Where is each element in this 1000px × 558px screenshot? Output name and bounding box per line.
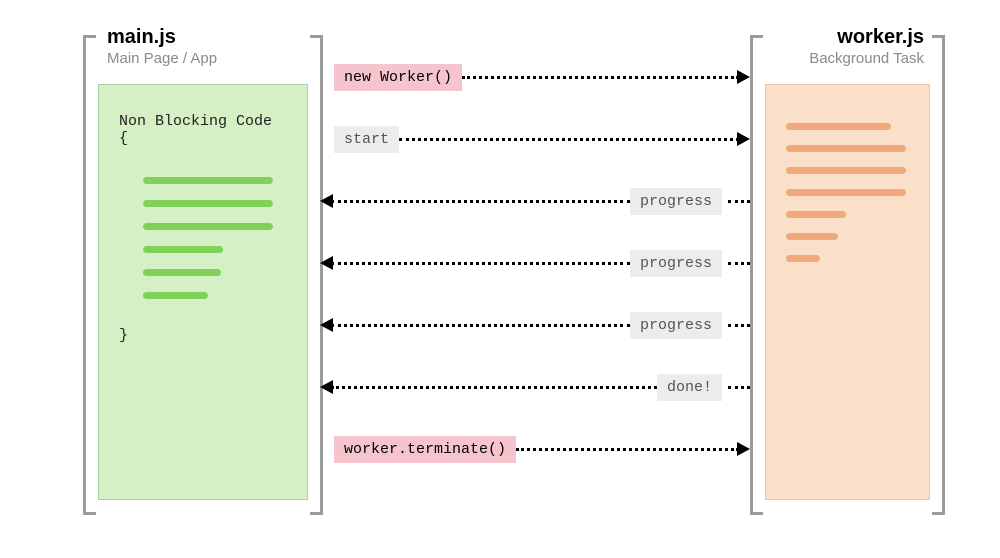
code-line	[786, 233, 838, 240]
worker-subtitle: Background Task	[805, 50, 928, 67]
code-line	[786, 145, 906, 152]
message-line-stub	[728, 262, 750, 265]
code-block-close: }	[119, 327, 287, 344]
code-line	[143, 292, 208, 299]
worker-title: worker.js	[833, 26, 928, 49]
code-line	[786, 167, 906, 174]
message-new-worker: new Worker()	[320, 62, 750, 92]
message-progress: progress	[320, 186, 750, 216]
message-label: worker.terminate()	[334, 436, 516, 463]
main-title: main.js	[103, 26, 180, 49]
message-progress: progress	[320, 248, 750, 278]
code-line	[786, 211, 846, 218]
message-line	[331, 324, 630, 327]
message-done: done!	[320, 372, 750, 402]
code-line	[786, 189, 906, 196]
message-line	[462, 76, 739, 79]
code-block-open: Non Blocking Code {	[119, 113, 287, 147]
message-label: progress	[630, 188, 722, 215]
message-label: start	[334, 126, 399, 153]
message-start: start	[320, 124, 750, 154]
message-line-stub	[728, 386, 750, 389]
code-lines-placeholder	[119, 177, 287, 299]
message-line	[331, 386, 657, 389]
message-flow: new Worker() start progress progress pro…	[320, 62, 750, 496]
message-label: new Worker()	[334, 64, 462, 91]
message-line	[331, 262, 630, 265]
message-label: done!	[657, 374, 722, 401]
code-line	[143, 200, 273, 207]
code-line	[786, 123, 891, 130]
code-line	[143, 246, 223, 253]
worker-code-card	[765, 84, 930, 500]
message-line	[331, 200, 630, 203]
message-progress: progress	[320, 310, 750, 340]
message-line-stub	[728, 200, 750, 203]
message-label: progress	[630, 312, 722, 339]
message-terminate: worker.terminate()	[320, 434, 750, 464]
code-line	[786, 255, 820, 262]
message-line-stub	[728, 324, 750, 327]
message-line	[516, 448, 739, 451]
message-label: progress	[630, 250, 722, 277]
code-line	[143, 223, 273, 230]
message-line	[399, 138, 739, 141]
main-subtitle: Main Page / App	[103, 50, 221, 67]
main-code-card: Non Blocking Code { }	[98, 84, 308, 500]
code-line	[143, 177, 273, 184]
code-line	[143, 269, 221, 276]
